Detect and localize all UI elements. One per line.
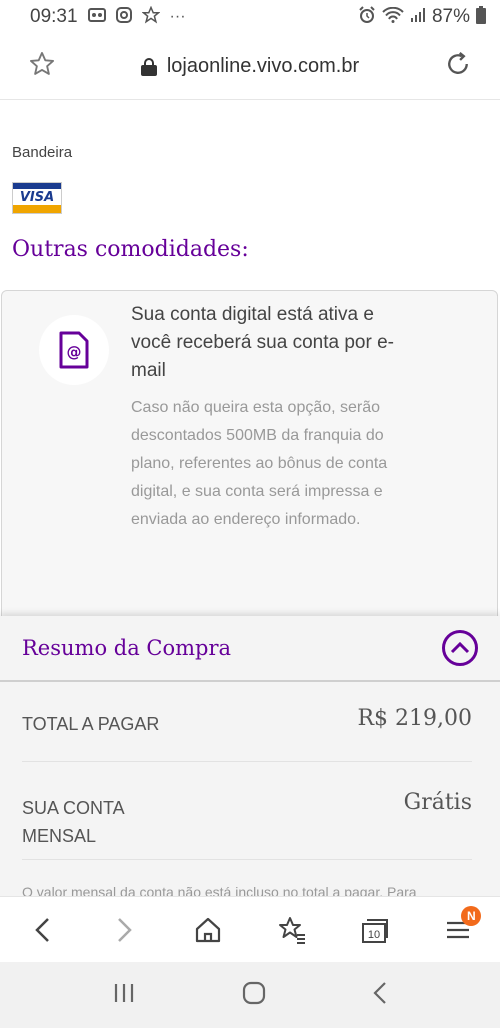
page-content: Bandeira VISA Outras comodidades: @ Sua …	[0, 100, 500, 616]
reload-icon[interactable]	[444, 50, 472, 83]
svg-text:@: @	[67, 343, 82, 361]
home-button-icon[interactable]	[241, 980, 267, 1011]
alarm-icon	[358, 5, 376, 29]
total-row: TOTAL A PAGAR R$ 219,00	[22, 696, 472, 762]
total-label: TOTAL A PAGAR	[22, 714, 160, 734]
bookmark-star-icon[interactable]	[28, 50, 56, 83]
tabs-icon[interactable]: 10	[350, 905, 400, 955]
browser-toolbar: 10 N	[0, 896, 500, 962]
chevron-up-icon[interactable]	[442, 630, 478, 666]
menu-badge: N	[461, 905, 482, 926]
summary-header[interactable]: Resumo da Compra	[0, 616, 500, 682]
monthly-bill-value: Grátis	[403, 790, 472, 815]
digital-bill-card: @ Sua conta digital está ativa e você re…	[1, 290, 498, 616]
status-bar: 09:31 ··· 87%	[0, 0, 500, 34]
home-icon[interactable]	[183, 905, 233, 955]
battery-percent: 87%	[431, 6, 470, 27]
menu-icon[interactable]: N	[433, 905, 483, 955]
card-title: Sua conta digital está ativa e você rece…	[131, 304, 394, 381]
card-brand: VISA	[19, 189, 55, 205]
system-back-icon[interactable]	[372, 981, 388, 1010]
battery-icon	[476, 5, 486, 29]
more-icon: ···	[169, 8, 186, 25]
status-time: 09:31	[30, 6, 78, 27]
status-left: 09:31 ···	[30, 5, 186, 29]
voicemail-icon	[87, 7, 106, 27]
recent-apps-icon[interactable]	[112, 982, 136, 1009]
summary-note: O valor mensal da conta não está incluso…	[22, 884, 417, 896]
visa-card-logo: VISA	[12, 182, 62, 214]
summary-title: Resumo da Compra	[22, 636, 232, 660]
url-field[interactable]: lojaonline.vivo.com.br	[56, 55, 444, 78]
section-title: Outras comodidades:	[12, 237, 249, 262]
system-nav-bar	[0, 962, 500, 1028]
url-bar: lojaonline.vivo.com.br	[0, 34, 500, 100]
flag-label: Bandeira	[12, 144, 73, 161]
total-value: R$ 219,00	[357, 706, 472, 731]
card-description: Caso não queira esta opção, serão descon…	[131, 399, 388, 528]
star-icon	[140, 5, 161, 29]
lock-icon	[140, 57, 157, 76]
signal-icon	[410, 7, 426, 28]
url-text: lojaonline.vivo.com.br	[166, 55, 360, 77]
instagram-icon	[115, 6, 132, 28]
email-bill-icon: @	[39, 315, 109, 385]
status-right: 87%	[358, 5, 486, 29]
monthly-bill-label: SUA CONTA MENSAL	[22, 798, 124, 846]
monthly-bill-row: SUA CONTA MENSAL Grátis	[22, 780, 472, 860]
purchase-summary-panel: Resumo da Compra TOTAL A PAGAR R$ 219,00…	[0, 616, 500, 896]
forward-icon[interactable]	[100, 905, 150, 955]
back-icon[interactable]	[17, 905, 67, 955]
tabs-count: 10	[368, 929, 380, 941]
bookmarks-icon[interactable]	[267, 905, 317, 955]
wifi-icon	[382, 6, 404, 28]
